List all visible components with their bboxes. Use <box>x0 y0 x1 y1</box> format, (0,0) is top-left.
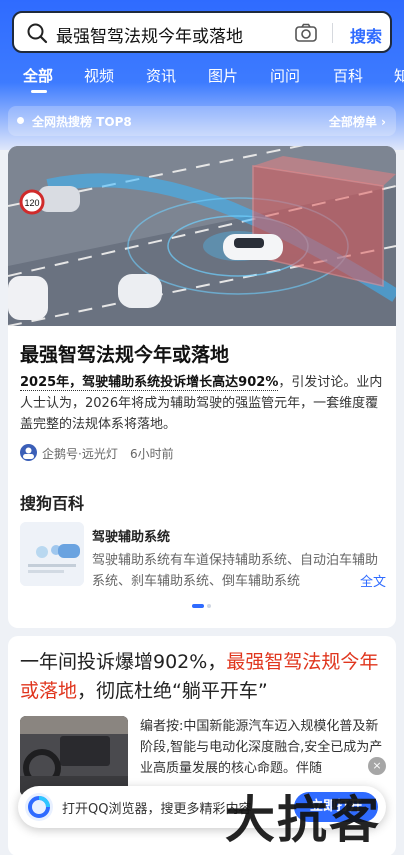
hot-search-more-link[interactable]: 全部榜单 › <box>329 113 386 130</box>
news-title[interactable]: 最强智驾法规今年或落地 <box>20 340 229 367</box>
news-summary: 2025年，驾驶辅助系统投诉增长高达902%，引发讨论。业内人士认为，2026年… <box>20 372 384 435</box>
baike-section-title: 搜狗百科 <box>20 494 85 513</box>
baike-thumbnail[interactable] <box>20 522 84 586</box>
article-desc: 编者按:中国新能源汽车迈入规模化普及新阶段,智能与电动化深度融合,安全已成为产业… <box>140 719 383 776</box>
tab-questions[interactable]: 问问 <box>270 65 300 86</box>
news-time: 6小时前 <box>130 447 174 461</box>
banner-text: 打开QQ浏览器，搜更多精彩内容 <box>62 802 252 817</box>
search-input[interactable]: 最强智驾法规今年或落地 <box>56 22 243 47</box>
article-title-part2: ，彻底杜绝“躺平开车” <box>77 680 268 702</box>
news-source[interactable]: 企鹅号·远光灯 <box>42 445 118 462</box>
news-hero-image[interactable]: 120 <box>8 146 396 326</box>
search-button[interactable]: 搜索 <box>350 23 382 47</box>
carousel-pager <box>192 604 212 608</box>
baike-entry-title[interactable]: 驾驶辅助系统 <box>92 526 170 545</box>
tab-more[interactable]: 知 <box>394 65 404 86</box>
banner-close-icon[interactable]: × <box>368 757 386 775</box>
search-icon <box>27 23 48 44</box>
tab-all[interactable]: 全部 <box>23 65 53 86</box>
article-title[interactable]: 一年间投诉爆增902%，最强智驾法规今年或落地，彻底杜绝“躺平开车” <box>20 648 384 706</box>
article-title-part1: 一年间投诉爆增902%， <box>20 651 227 673</box>
camera-icon[interactable] <box>294 22 318 44</box>
tab-encyclopedia[interactable]: 百科 <box>333 65 363 86</box>
news-card[interactable]: 120 最强智驾法规今年或落地 2025年，驾驶辅助系统投诉增长高达902%，引… <box>8 146 396 628</box>
speed-limit-sign: 120 <box>24 198 39 208</box>
hot-search-label: 全网热搜榜 TOP8 <box>32 115 132 129</box>
qq-browser-icon <box>25 793 53 821</box>
hot-dot-icon <box>17 117 24 124</box>
news-summary-highlight: 2025年，驾驶辅助系统投诉增长高达902% <box>20 375 279 391</box>
baike-more-link[interactable]: 全文 <box>356 571 387 590</box>
pager-dot <box>207 604 211 608</box>
article-thumbnail[interactable] <box>20 716 128 796</box>
search-divider <box>332 23 333 43</box>
active-tab-indicator <box>31 90 47 93</box>
source-avatar <box>20 444 37 461</box>
search-bar[interactable]: 最强智驾法规今年或落地 搜索 <box>12 11 392 53</box>
category-tabs: 全部 视频 资讯 图片 问问 百科 知 <box>0 62 404 96</box>
tab-news[interactable]: 资讯 <box>146 65 176 86</box>
tab-images[interactable]: 图片 <box>208 65 238 86</box>
tab-video[interactable]: 视频 <box>84 65 114 86</box>
hot-search-bar[interactable]: 全网热搜榜 TOP8 全部榜单 › <box>8 106 396 136</box>
baike-entry-desc: 驾驶辅助系统有车道保持辅助系统、自动泊车辅助系统、刹车辅助系统、倒车辅助系统 <box>92 553 379 589</box>
watermark: 大抗客 <box>225 790 381 849</box>
pager-dot-active <box>192 604 204 608</box>
